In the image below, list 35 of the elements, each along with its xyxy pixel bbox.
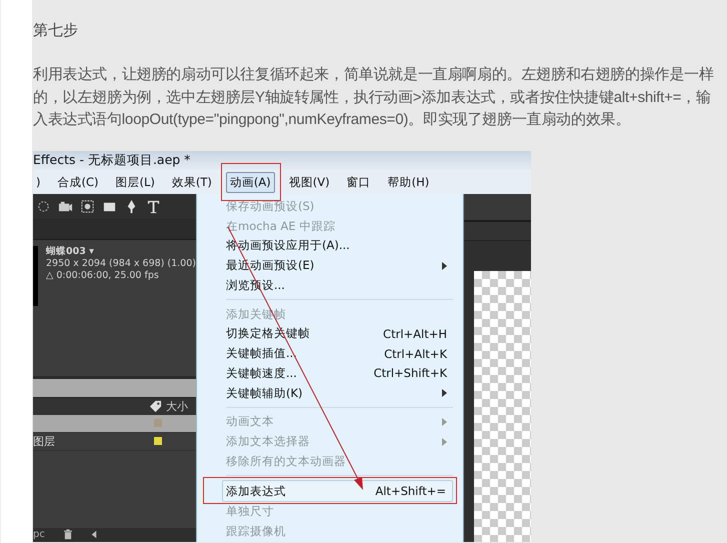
menu-bar-item[interactable]: 帮助(H) (384, 172, 432, 192)
menu-bar-item[interactable]: 视图(V) (286, 172, 333, 192)
menu-bar-item[interactable]: 图层(L) (112, 172, 158, 192)
menu-item[interactable]: 关键帧辅助(K) (226, 383, 453, 404)
shortcut-label: Ctrl+Alt+K (384, 346, 447, 361)
composition-name: 蝴蝶003 ▾ (46, 246, 95, 258)
shortcut-label: Ctrl+Shift+K (374, 366, 447, 380)
menu-bar-item[interactable]: 效果(T) (168, 172, 215, 192)
bit-depth-label[interactable]: pc (33, 529, 45, 540)
panel-title-bar (464, 194, 531, 222)
window-title: Effects - 无标题项目.aep * (33, 152, 190, 169)
composition-duration: △ 0:00:06:00, 25.00 fps (46, 270, 160, 282)
shortcut-label: Ctrl+Alt+H (383, 326, 447, 341)
size-column-label: 大小 (166, 398, 188, 414)
menu-bar-item[interactable]: ) (33, 173, 44, 191)
menu-bar-item[interactable]: 动画(A) (226, 172, 275, 192)
composition-size: 2950 x 2094 (984 x 698) (1.00) (46, 258, 196, 270)
menu-item[interactable]: 将动画预设应用于(A)... (226, 236, 453, 256)
project-item-name: 图层 (33, 434, 55, 448)
type-tool-icon[interactable] (146, 198, 161, 214)
project-row[interactable] (33, 414, 196, 432)
thumbnail-placeholder (33, 246, 38, 306)
menu-item[interactable]: 关键帧速度... Ctrl+Shift+K (226, 364, 453, 384)
menu-item[interactable]: 添加表达式 Alt+Shift+= (222, 480, 453, 502)
menu-bar-item[interactable]: 合成(C) (54, 172, 102, 192)
shortcut-label: Alt+Shift+= (375, 484, 446, 498)
left-arrow-icon[interactable] (90, 530, 97, 539)
trash-icon[interactable] (62, 529, 73, 540)
project-row[interactable]: 图层 (33, 432, 196, 450)
paragraph: 利用表达式，让翅膀的扇动可以往复循环起来，简单说就是一直扇啊扇的。左翅膀和右翅膀的操作是一样的，以左翅膀为例，选中左翅膀层Y轴旋转属性，执行动画>添加表达式，或者按住快捷键alt+shift+=，输入表达式语句loopOut(type="pingpong",numKeyframes=0)。即实现了翅膀一直扇动的效果。 (33, 65, 715, 130)
menu-bar-item[interactable]: 窗口 (344, 172, 374, 192)
ellipse-tool-icon[interactable] (36, 198, 51, 214)
tag-icon (149, 400, 162, 412)
step-heading: 第七步 (33, 21, 79, 41)
highlight-frame (221, 162, 281, 200)
